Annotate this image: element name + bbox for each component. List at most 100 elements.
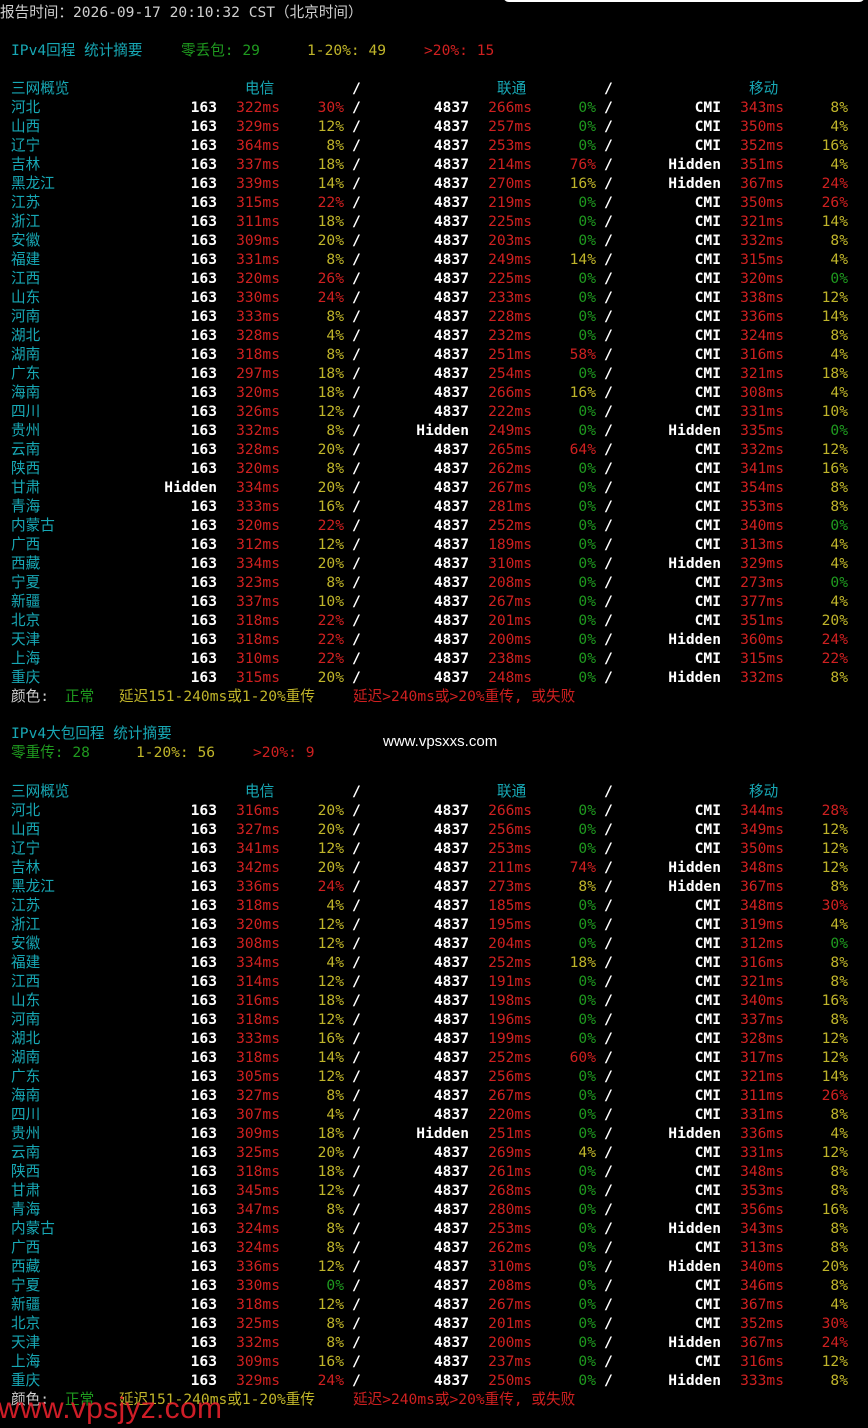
table-row: 广东 163 305ms 12% / 4837 256ms 0% / CMI 321ms 14%	[0, 1067, 868, 1086]
telecom-loss: 8%	[326, 422, 344, 439]
telecom-latency: 332ms	[236, 422, 280, 439]
province: 四川	[11, 403, 41, 420]
unicom-latency: 203ms	[488, 232, 532, 249]
unicom-latency: 208ms	[488, 574, 532, 591]
sep: /	[604, 137, 613, 154]
mobile-loss: 8%	[830, 99, 848, 116]
telecom-asn: 163	[190, 175, 217, 192]
table-row: 浙江 163 311ms 18% / 4837 225ms 0% / CMI 321ms 14%	[0, 212, 868, 231]
unicom-asn: 4837	[433, 498, 469, 515]
province: 福建	[11, 954, 41, 971]
legend-bad: 延迟>240ms或>20%重传, 或失败	[353, 1391, 576, 1408]
mobile-loss: 8%	[830, 479, 848, 496]
sep: /	[352, 498, 361, 515]
mobile-loss: 0%	[830, 517, 848, 534]
mobile-loss: 12%	[821, 1049, 848, 1066]
mobile-asn: CMI	[694, 612, 721, 629]
unicom-latency: 201ms	[488, 1315, 532, 1332]
mobile-asn: Hidden	[668, 631, 721, 648]
mobile-latency: 273ms	[740, 574, 784, 591]
telecom-asn: 163	[190, 897, 217, 914]
mobile-asn: CMI	[694, 650, 721, 667]
telecom-latency: 307ms	[236, 1106, 280, 1123]
unicom-latency: 270ms	[488, 175, 532, 192]
table-row: 湖北 163 333ms 16% / 4837 199ms 0% / CMI 328ms 12%	[0, 1029, 868, 1048]
telecom-latency: 332ms	[236, 1334, 280, 1351]
telecom-latency: 297ms	[236, 365, 280, 382]
sep: /	[352, 973, 361, 990]
mobile-latency: 331ms	[740, 1106, 784, 1123]
mobile-asn: CMI	[694, 840, 721, 857]
table-row: 新疆 163 337ms 10% / 4837 267ms 0% / CMI 377ms 4%	[0, 592, 868, 611]
unicom-loss: 0%	[578, 631, 596, 648]
unicom-latency: 249ms	[488, 422, 532, 439]
unicom-latency: 225ms	[488, 270, 532, 287]
province: 广东	[11, 365, 41, 382]
header-sep: /	[604, 783, 613, 800]
unicom-latency: 267ms	[488, 593, 532, 610]
sep: /	[352, 1239, 361, 1256]
table-row: 福建 163 331ms 8% / 4837 249ms 14% / CMI 315ms 4%	[0, 250, 868, 269]
table-row: 内蒙古 163 320ms 22% / 4837 252ms 0% / CMI 340ms 0%	[0, 516, 868, 535]
unicom-loss: 0%	[578, 1201, 596, 1218]
telecom-asn: 163	[190, 954, 217, 971]
mobile-latency: 367ms	[740, 1334, 784, 1351]
unicom-asn: 4837	[433, 631, 469, 648]
unicom-loss: 16%	[569, 175, 596, 192]
mobile-latency: 328ms	[740, 1030, 784, 1047]
mobile-latency: 346ms	[740, 1277, 784, 1294]
table-row: 北京 163 318ms 22% / 4837 201ms 0% / CMI 351ms 20%	[0, 611, 868, 630]
mobile-latency: 331ms	[740, 1144, 784, 1161]
telecom-latency: 333ms	[236, 498, 280, 515]
telecom-asn: 163	[190, 669, 217, 686]
sep: /	[352, 1315, 361, 1332]
sep: /	[604, 346, 613, 363]
telecom-asn: 163	[190, 327, 217, 344]
mobile-loss: 16%	[821, 460, 848, 477]
unicom-loss: 0%	[578, 1011, 596, 1028]
unicom-loss: 4%	[578, 1144, 596, 1161]
mobile-loss: 26%	[821, 194, 848, 211]
mobile-asn: CMI	[694, 118, 721, 135]
telecom-asn: 163	[190, 517, 217, 534]
telecom-loss: 12%	[317, 1296, 344, 1313]
mobile-loss: 0%	[830, 422, 848, 439]
unicom-asn: 4837	[433, 137, 469, 154]
sep: /	[604, 1277, 613, 1294]
province: 吉林	[11, 156, 41, 173]
telecom-latency: 329ms	[236, 118, 280, 135]
sep: /	[604, 194, 613, 211]
sep: /	[604, 555, 613, 572]
sep: /	[352, 1106, 361, 1123]
telecom-asn: 163	[190, 1068, 217, 1085]
province: 福建	[11, 251, 41, 268]
mobile-asn: Hidden	[668, 1334, 721, 1351]
unicom-asn: 4837	[433, 441, 469, 458]
sep: /	[604, 631, 613, 648]
telecom-asn: 163	[190, 1277, 217, 1294]
province: 江西	[11, 973, 41, 990]
mobile-asn: CMI	[694, 441, 721, 458]
sep: /	[604, 99, 613, 116]
unicom-loss: 0%	[578, 517, 596, 534]
mobile-asn: Hidden	[668, 175, 721, 192]
table-row: 安徽 163 308ms 12% / 4837 204ms 0% / CMI 312ms 0%	[0, 934, 868, 953]
telecom-latency: 337ms	[236, 156, 280, 173]
province: 青海	[11, 498, 41, 515]
mobile-loss: 8%	[830, 1182, 848, 1199]
unicom-asn: 4837	[433, 289, 469, 306]
province: 海南	[11, 1087, 41, 1104]
province: 陕西	[11, 460, 41, 477]
mobile-loss: 14%	[821, 308, 848, 325]
header-sep: /	[352, 783, 361, 800]
telecom-latency: 314ms	[236, 973, 280, 990]
mobile-loss: 28%	[821, 802, 848, 819]
province: 天津	[11, 631, 41, 648]
table-row: 四川 163 307ms 4% / 4837 220ms 0% / CMI 331ms 8%	[0, 1105, 868, 1124]
unicom-latency: 281ms	[488, 498, 532, 515]
province: 山东	[11, 992, 41, 1009]
unicom-latency: 249ms	[488, 251, 532, 268]
unicom-asn: 4837	[433, 612, 469, 629]
telecom-loss: 20%	[317, 479, 344, 496]
mobile-loss: 0%	[830, 935, 848, 952]
